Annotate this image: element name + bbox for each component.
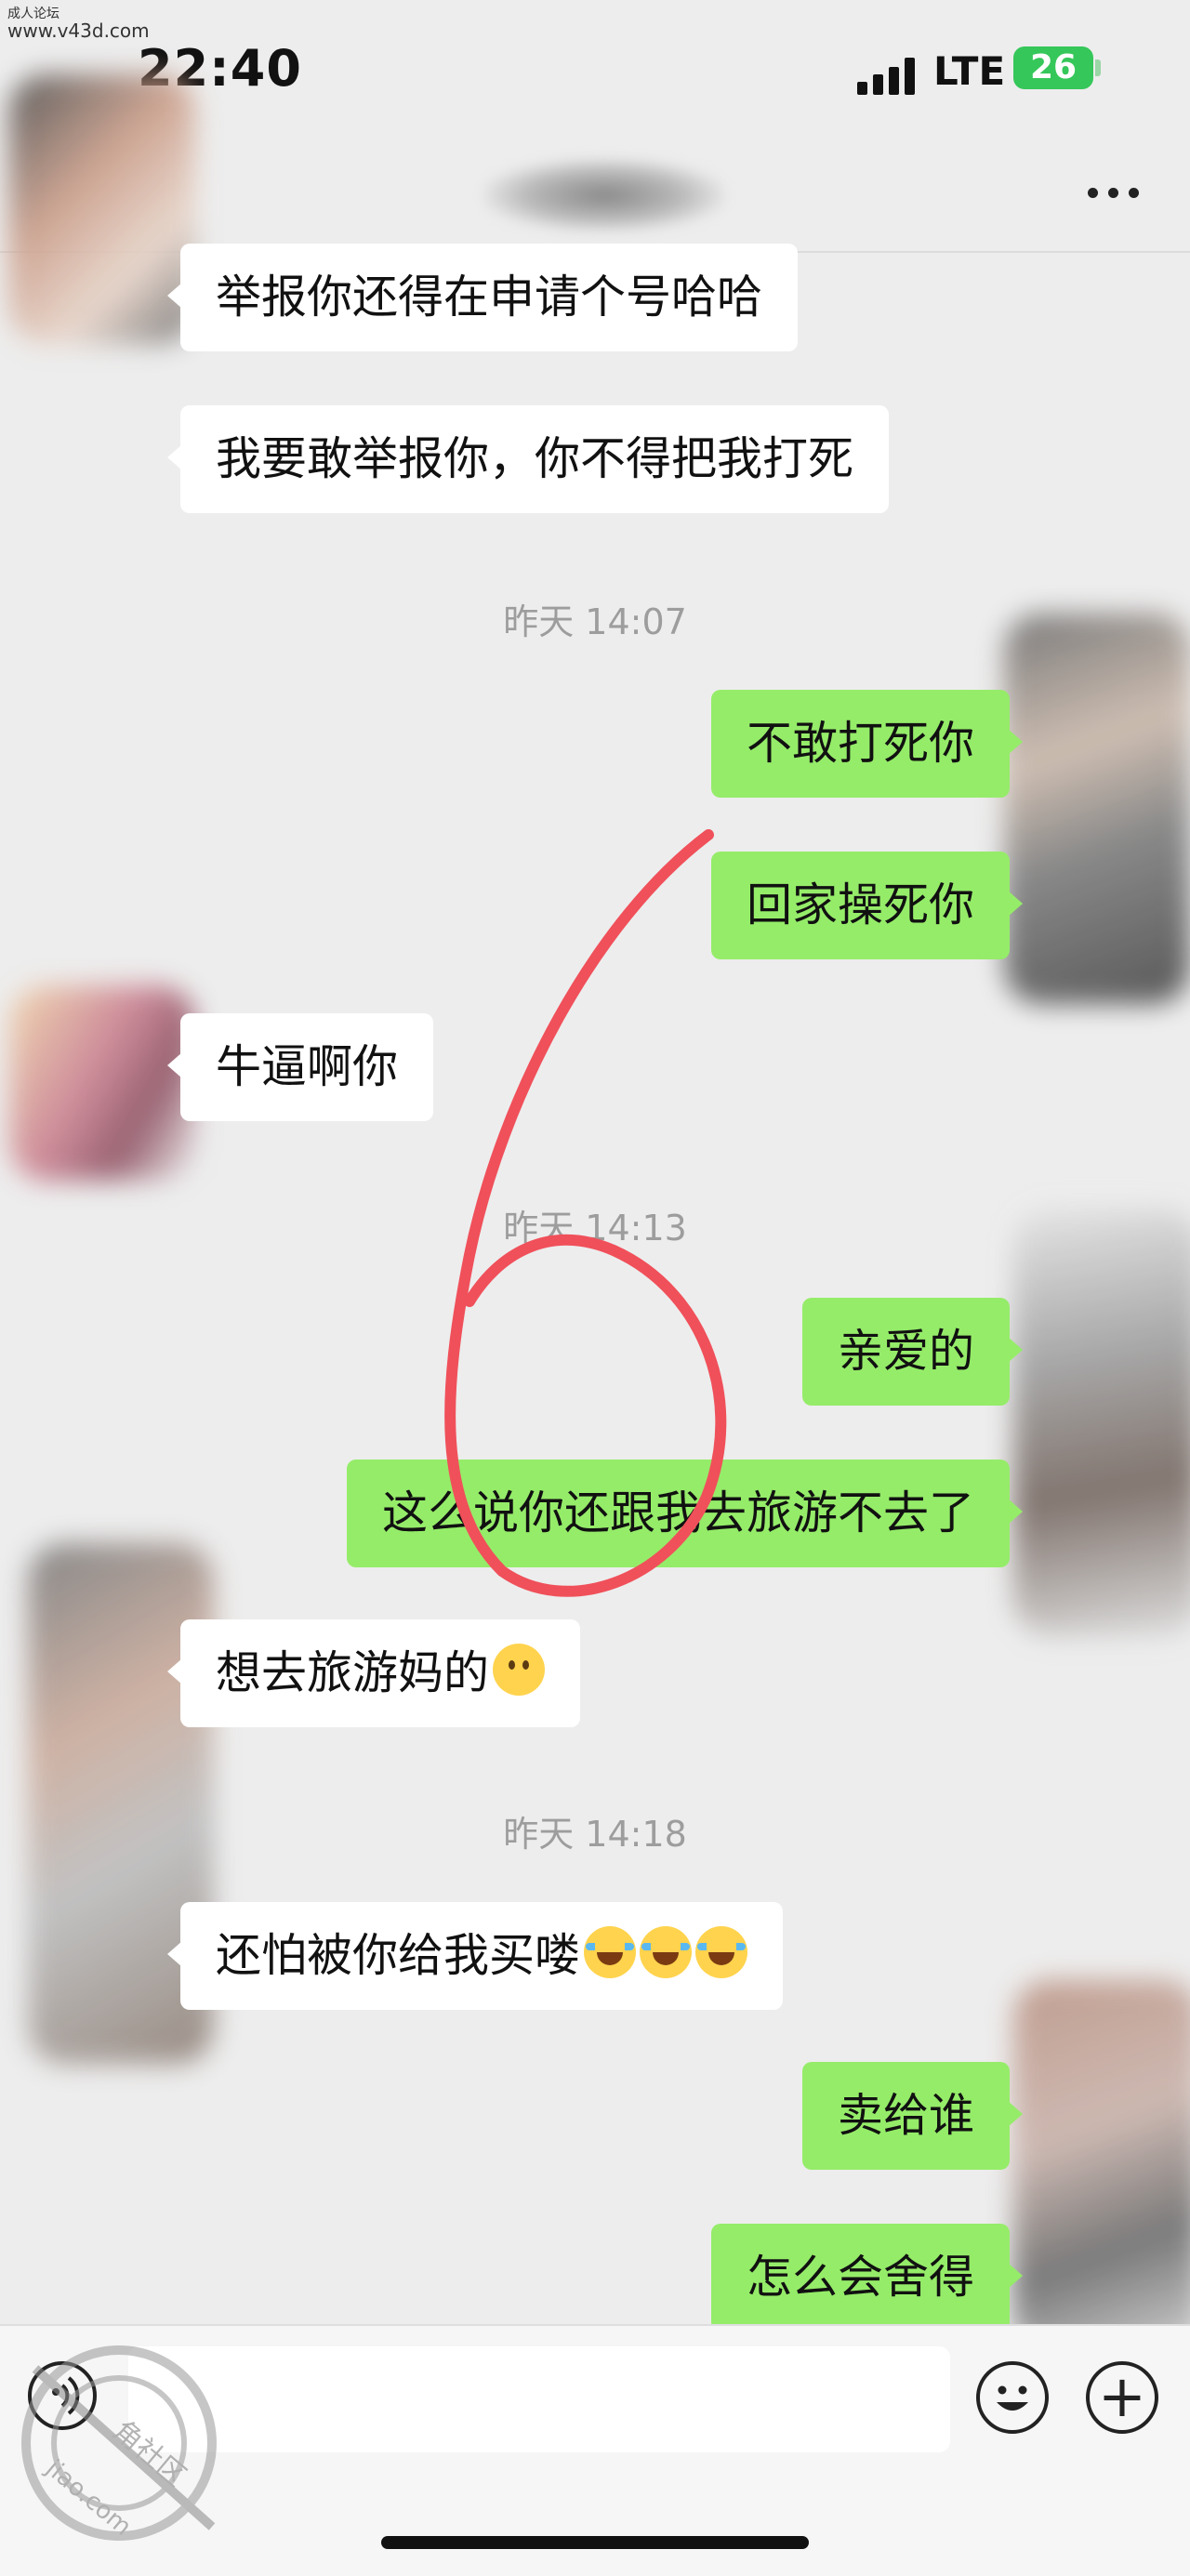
message-bubble-received[interactable]: 牛逼啊你 <box>166 1013 434 1121</box>
emoji-icon[interactable] <box>976 2361 1049 2434</box>
contact-name-blurred <box>483 158 725 232</box>
avatar-self[interactable] <box>1013 1209 1190 1636</box>
message-text: 想去旅游妈的 <box>216 1646 490 1699</box>
avatar-self[interactable] <box>1004 614 1190 1004</box>
emoji-icon-glyph <box>997 2385 1028 2411</box>
red-circle-annotation <box>444 829 727 1597</box>
message-input[interactable] <box>128 2346 950 2452</box>
more-icon[interactable] <box>1086 184 1142 203</box>
message-bubble-received[interactable]: 想去旅游妈的 <box>166 1619 581 1727</box>
message-timestamp: 昨天 14:07 <box>503 601 687 642</box>
message-timestamp: 昨天 14:18 <box>503 1814 687 1855</box>
laugh-cry-emoji <box>640 1926 693 1978</box>
battery-tip <box>1095 59 1101 76</box>
message-bubble-sent[interactable]: 怎么会舍得 <box>710 2224 1024 2332</box>
message-bubble-received[interactable]: 还怕被你给我买喽 <box>166 1902 784 2010</box>
message-bubble-sent[interactable]: 这么说你还跟我去旅游不去了 <box>346 1460 1024 1567</box>
network-type: LTE <box>933 48 1006 94</box>
message-bubble-sent[interactable]: 不敢打死你 <box>710 690 1024 798</box>
battery-level: 26 <box>1013 46 1093 89</box>
message-text: 还怕被你给我买喽 <box>216 1929 581 1982</box>
smile-emoji <box>493 1644 546 1696</box>
watermark-site: www.v43d.com <box>7 20 150 42</box>
signal-icon <box>857 54 919 95</box>
laugh-cry-emoji <box>584 1926 637 1978</box>
avatar-self[interactable] <box>1013 1980 1190 2352</box>
home-indicator <box>381 2536 809 2549</box>
plus-icon[interactable]: + <box>1086 2361 1158 2434</box>
message-bubble-sent[interactable]: 亲爱的 <box>801 1298 1024 1406</box>
message-timestamp: 昨天 14:13 <box>503 1208 687 1248</box>
message-bubble-sent[interactable]: 回家操死你 <box>710 852 1024 959</box>
message-bubble-received[interactable]: 我要敢举报你，你不得把我打死 <box>166 405 890 513</box>
message-bubble-sent[interactable]: 卖给谁 <box>801 2062 1024 2170</box>
laugh-cry-emoji <box>695 1926 748 1978</box>
message-bubble-received[interactable]: 举报你还得在申请个号哈哈 <box>166 244 799 351</box>
watermark-label: 成人论坛 www.v43d.com <box>7 6 150 42</box>
avatar-other[interactable] <box>9 985 195 1181</box>
watermark-stamp: 角社区 jiao.com <box>21 2345 217 2542</box>
